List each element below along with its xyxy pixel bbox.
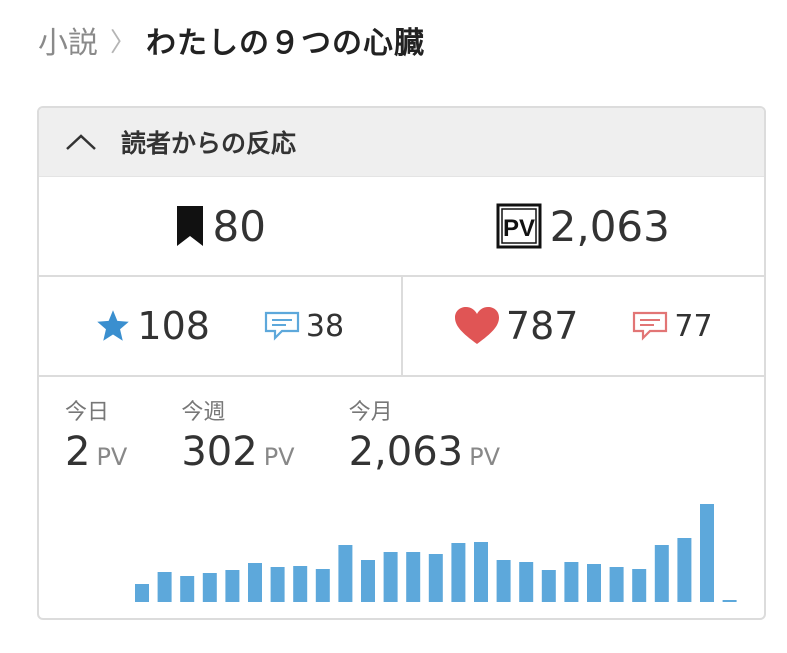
chart-bar <box>270 567 285 602</box>
chart-bar <box>180 576 195 602</box>
chart-bar <box>587 564 601 602</box>
panel-header-label: 読者からの反応 <box>121 129 297 158</box>
stat-today-value: 2 <box>65 429 91 475</box>
heart-icon <box>454 307 499 344</box>
breadcrumb-novels-link[interactable]: 小説 <box>38 18 98 62</box>
chart-bar <box>406 552 421 602</box>
stat-month: 今月 2,063 PV <box>349 398 500 481</box>
stat-month-value: 2,063 <box>348 429 464 475</box>
comment-icon <box>633 311 668 341</box>
stat-week-label: 今週 <box>181 400 226 425</box>
heart-comment-count-value: 77 <box>674 308 713 344</box>
pv-icon: PV <box>496 203 542 249</box>
chart-bar <box>496 560 511 602</box>
pv-total: PV 2,063 <box>402 177 765 275</box>
star-comment-count-value: 38 <box>305 308 345 344</box>
star-comment-count[interactable]: 38 <box>264 309 344 344</box>
star-count-value: 108 <box>137 304 210 348</box>
bookmark-count-value: 80 <box>212 201 266 251</box>
chart-bar <box>202 573 217 602</box>
chart-bar <box>361 560 375 602</box>
heart-count[interactable]: 787 <box>454 304 579 348</box>
totals-row: 80 PV 2,063 <box>39 177 764 277</box>
chart-bar <box>609 567 624 602</box>
pv-unit: PV <box>469 443 500 471</box>
bookmark-count: 80 <box>39 177 402 275</box>
heart-count-value: 787 <box>505 304 579 348</box>
chart-bar <box>428 554 443 602</box>
heart-reactions: 787 77 <box>400 277 765 375</box>
pv-unit: PV <box>96 443 128 471</box>
stat-today: 今日 2 PV <box>65 398 127 481</box>
heart-comment-count[interactable]: 77 <box>632 308 713 344</box>
star-reactions: 108 38 <box>39 277 401 375</box>
page-title: わたしの９つの心臓 <box>146 26 426 61</box>
chart-bar <box>315 569 330 602</box>
pv-total-value: 2,063 <box>549 201 670 251</box>
chart-bar <box>722 600 737 602</box>
chart-bar <box>519 562 534 602</box>
chart-bar <box>677 538 692 602</box>
stat-today-label: 今日 <box>65 400 110 425</box>
chart-bar <box>225 570 240 602</box>
pv-unit: PV <box>263 443 295 471</box>
chart-bar <box>135 584 149 602</box>
chart-bar <box>541 570 556 602</box>
stat-week: 今週 302 PV <box>181 398 294 481</box>
chart-bar <box>632 569 647 602</box>
star-count[interactable]: 108 <box>95 304 210 348</box>
chart-bar <box>654 545 669 602</box>
daily-pv-bar-chart <box>135 504 737 602</box>
chevron-up-icon <box>66 134 96 150</box>
chart-bar <box>700 504 714 602</box>
breadcrumb: 小説 〉 わたしの９つの心臓 <box>38 18 425 62</box>
bookmark-icon <box>176 206 203 246</box>
star-icon <box>97 310 130 341</box>
svg-text:PV: PV <box>503 215 535 242</box>
reactions-row: 108 38 787 77 <box>39 277 764 377</box>
comment-icon <box>264 311 300 341</box>
chart-bar <box>157 572 172 602</box>
stat-month-label: 今月 <box>348 400 393 425</box>
chart-bar <box>338 545 353 602</box>
chart-bar <box>564 562 579 602</box>
reader-reactions-panel: 読者からの反応 80 PV 2,063 108 38 787 77 今日 2 P… <box>37 106 766 620</box>
chart-bar <box>383 552 398 602</box>
reactions-toggle[interactable]: 読者からの反応 <box>39 108 764 177</box>
chart-bar <box>474 542 488 602</box>
pv-stats: 今日 2 PV 今週 302 PV 今月 2,063 PV <box>65 398 554 481</box>
chevron-right-icon: 〉 <box>110 27 137 58</box>
chart-bar <box>451 543 466 602</box>
chart-bar <box>293 566 308 602</box>
chart-bar <box>248 563 262 602</box>
stat-week-value: 302 <box>181 429 258 475</box>
